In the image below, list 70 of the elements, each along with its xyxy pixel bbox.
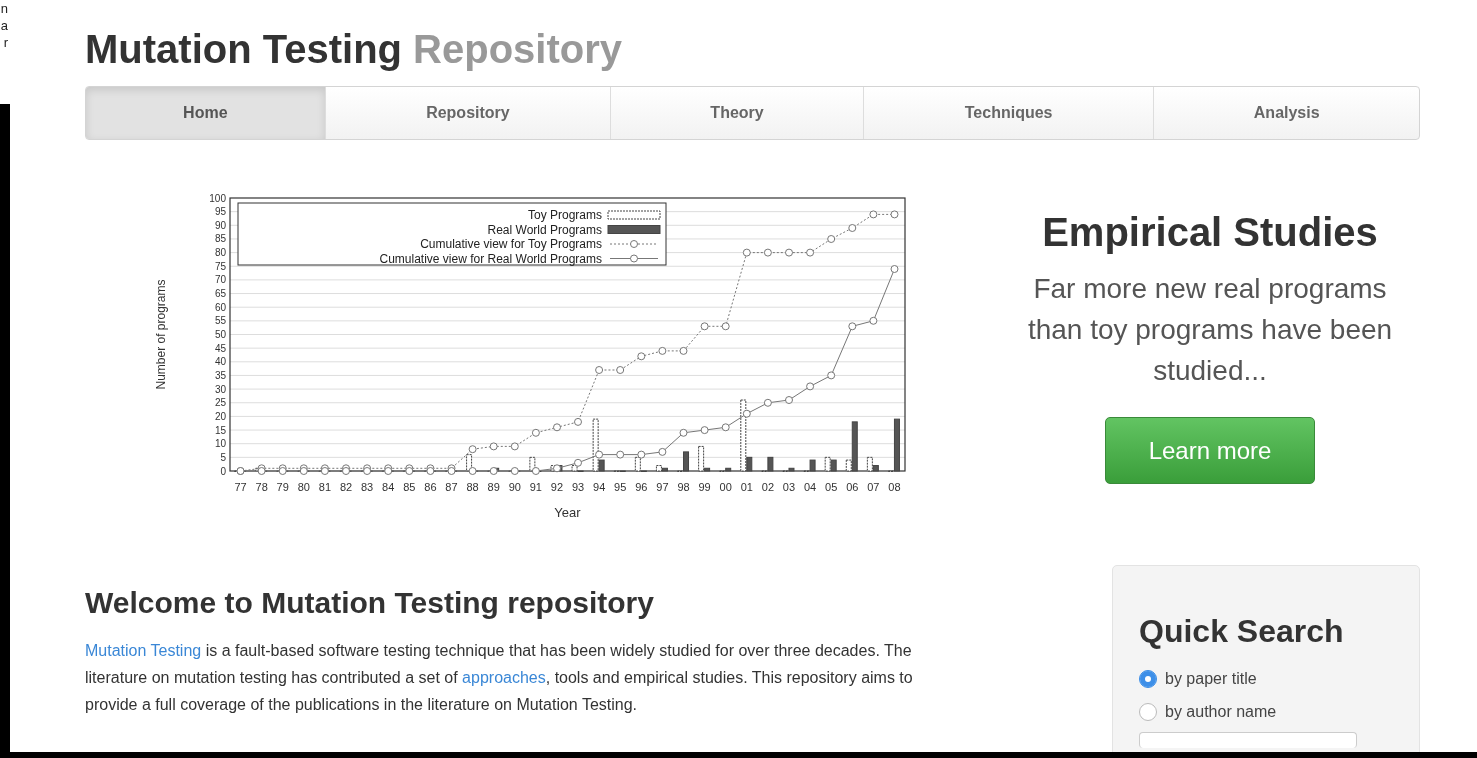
text-fragment: a — [0, 17, 8, 34]
legend-label: Toy Programs — [527, 208, 602, 222]
axis-label: Year — [554, 505, 581, 520]
y-tick-label: 80 — [214, 247, 226, 259]
y-tick-label: 45 — [214, 342, 226, 354]
radio-label: by paper title — [1165, 668, 1257, 689]
y-tick-label: 100 — [209, 192, 226, 204]
x-tick-label: 93 — [571, 481, 585, 493]
legend-label: Real World Programs — [487, 222, 602, 237]
y-tick-label: 90 — [214, 219, 226, 231]
y-tick-label: 10 — [214, 438, 226, 450]
text-fragment: r — [2, 34, 8, 51]
text-fragment: n — [0, 0, 8, 17]
axis-label: Number of programs — [154, 279, 168, 390]
x-tick-label: 96 — [635, 481, 648, 493]
y-tick-label: 95 — [214, 206, 226, 218]
x-tick-label: 07 — [867, 481, 880, 493]
x-tick-label: 77 — [234, 481, 247, 493]
x-tick-label: 00 — [719, 481, 732, 493]
hero-title: Empirical Studies — [1041, 209, 1379, 256]
x-tick-label: 83 — [361, 481, 374, 493]
y-tick-label: 25 — [214, 397, 226, 409]
y-tick-label: 5 — [220, 451, 226, 463]
x-tick-label: 05 — [825, 481, 838, 493]
legend-label: Cumulative view for Toy Programs — [420, 237, 602, 251]
x-tick-label: 89 — [487, 481, 500, 493]
y-tick-label: 70 — [214, 274, 226, 286]
x-tick-label: 87 — [445, 481, 458, 493]
x-tick-label: 92 — [550, 481, 564, 493]
x-tick-label: 91 — [529, 481, 542, 493]
x-tick-label: 08 — [888, 481, 901, 493]
y-tick-label: 55 — [214, 315, 226, 327]
x-tick-label: 80 — [297, 481, 310, 493]
x-tick-label: 97 — [656, 481, 669, 493]
radio-label: by author name — [1165, 701, 1277, 722]
y-tick-label: 20 — [214, 410, 226, 422]
x-tick-label: 06 — [846, 481, 859, 493]
x-tick-label: 99 — [698, 481, 711, 493]
x-tick-label: 98 — [677, 481, 690, 493]
section-heading: Welcome to Mutation Testing repository — [85, 585, 655, 621]
x-tick-label: 95 — [614, 481, 627, 493]
site-title: Mutation Testing Repository — [85, 26, 624, 72]
x-tick-label: 81 — [318, 481, 332, 493]
x-tick-label: 03 — [782, 481, 796, 493]
x-tick-label: 84 — [382, 481, 395, 493]
x-tick-label: 94 — [593, 481, 606, 493]
y-tick-label: 75 — [214, 260, 226, 272]
y-tick-label: 0 — [220, 465, 226, 477]
y-tick-label: 65 — [214, 288, 226, 300]
legend-label: Cumulative view for Real World Programs — [379, 251, 602, 266]
x-tick-label: 02 — [761, 481, 774, 493]
y-tick-label: 40 — [214, 356, 226, 368]
y-tick-label: 85 — [214, 233, 226, 245]
x-tick-label: 78 — [255, 481, 268, 493]
x-tick-label: 04 — [803, 481, 817, 493]
hero-text: Far more new real programs than toy programs have been studied... — [1026, 272, 1394, 388]
intro-paragraph: Mutation Testing is a fault-based software testing technique that has been widely studied for over three decades. The literature on mutation testing has contributed a set of approaches, tools and empirical studies. This repository aims to provide a full coverage of the publications in the literature on Mutation Testing. — [85, 641, 914, 715]
y-tick-label: 30 — [214, 383, 226, 395]
x-tick-label: 01 — [740, 481, 753, 493]
x-tick-label: 90 — [508, 481, 521, 493]
panel-heading: Quick Search — [1139, 612, 1345, 650]
y-tick-label: 50 — [214, 329, 226, 340]
x-tick-label: 82 — [339, 481, 353, 493]
x-tick-label: 85 — [403, 481, 416, 493]
x-tick-label: 86 — [424, 481, 437, 493]
y-tick-label: 15 — [214, 424, 226, 436]
y-tick-label: 35 — [214, 369, 226, 381]
x-tick-label: 79 — [276, 481, 289, 493]
x-tick-label: 88 — [466, 481, 479, 493]
y-tick-label: 60 — [214, 301, 226, 313]
